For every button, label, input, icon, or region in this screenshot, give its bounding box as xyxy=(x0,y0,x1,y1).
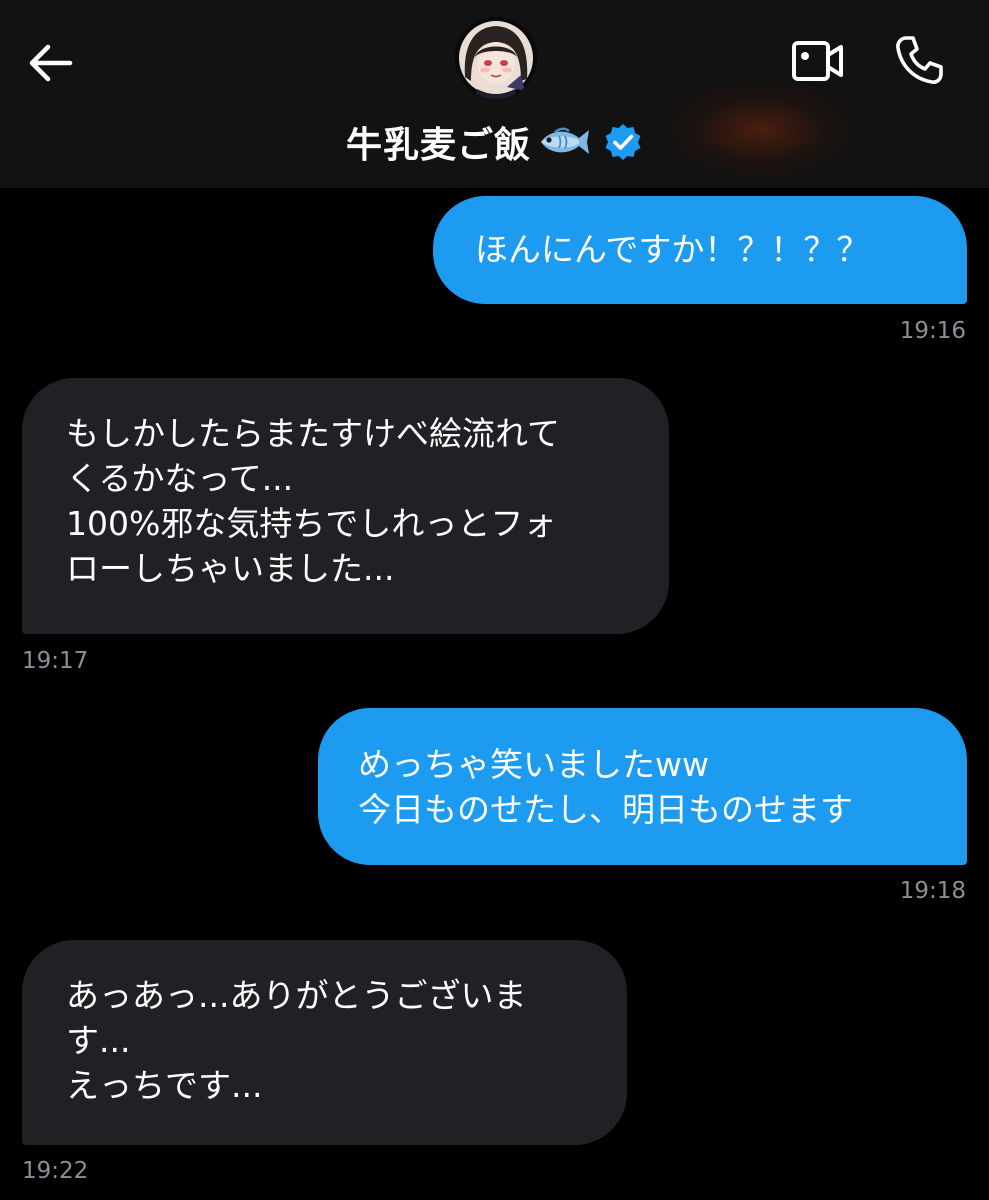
back-button[interactable] xyxy=(22,35,78,91)
contact-name-row[interactable]: 牛乳麦ご飯 xyxy=(0,112,989,172)
verified-badge-icon xyxy=(603,122,643,162)
phone-icon xyxy=(896,36,943,84)
avatar-image xyxy=(455,17,537,99)
message-bubble-received[interactable]: もしかしたらまたすけべ絵流れて くるかなって... 100%邪な気持ちでしれっと… xyxy=(22,378,669,634)
message-timestamp: 19:18 xyxy=(899,878,966,904)
conversation-header: 牛乳麦ご飯 xyxy=(0,0,989,188)
video-camera-icon xyxy=(792,41,843,81)
message-bubble-sent[interactable]: めっちゃ笑いましたww 今日ものせたし、明日ものせます xyxy=(318,708,967,865)
message-timestamp: 19:16 xyxy=(899,318,966,344)
arrow-left-icon xyxy=(29,44,73,82)
message-bubble-received[interactable]: あっあっ...ありがとうございま す... えっちです... xyxy=(22,940,627,1145)
message-timestamp: 19:22 xyxy=(22,1158,89,1184)
message-timestamp: 19:17 xyxy=(22,648,89,674)
video-call-button[interactable] xyxy=(790,36,846,86)
message-bubble-sent[interactable]: ほんにんですか！？！？？ xyxy=(433,196,967,304)
voice-call-button[interactable] xyxy=(890,32,948,88)
contact-name: 牛乳麦ご飯 xyxy=(345,125,531,166)
avatar[interactable] xyxy=(455,17,537,99)
fish-emoji-icon xyxy=(537,124,591,160)
